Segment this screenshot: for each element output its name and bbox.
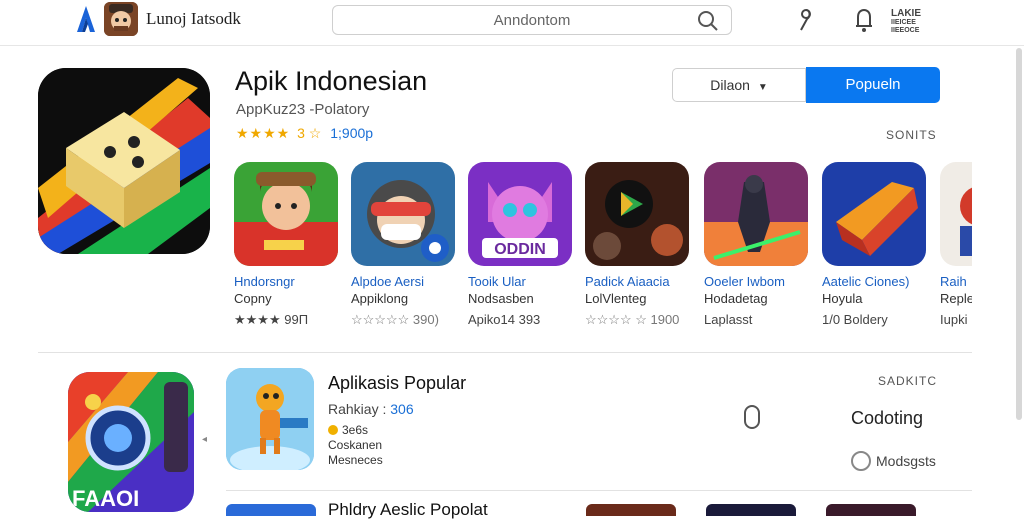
scrollbar[interactable] <box>1016 48 1022 420</box>
mascot-avatar[interactable] <box>104 2 138 36</box>
app-card-clipped[interactable]: Raih Reple Iupki <box>940 162 972 342</box>
app-meta: Laplasst <box>704 312 753 327</box>
rank-number: 306 <box>390 401 414 417</box>
language-line: IIEICEE <box>891 19 916 26</box>
app-name: Tooik Ular <box>468 274 526 289</box>
rating-count: 1;900p <box>330 125 374 141</box>
app-name: Alpdoe Aersi <box>351 274 424 289</box>
app-icon <box>704 162 808 266</box>
chevron-right-icon[interactable]: ◂ <box>202 434 207 445</box>
app-meta: Apiko14 393 <box>468 312 541 327</box>
app-card[interactable]: Aatelic Ciones) Hoyula 1/0 Boldery <box>822 162 926 327</box>
list-app-rank: Rahkiay : 306 <box>328 401 414 417</box>
app-name: Raih <box>940 274 967 289</box>
app-icon <box>940 162 972 266</box>
list-app-icon[interactable] <box>226 368 314 470</box>
half-star-icon: ☆ <box>308 125 323 141</box>
featured-app-subtitle: AppKuz23 -Polatory <box>236 101 370 118</box>
section-label: SADKITC <box>878 374 938 388</box>
svg-text:FAAOI: FAAOI <box>72 486 139 511</box>
app-card[interactable]: Padick Aiaacia LolVlenteg ☆☆☆☆ ☆ 1900 <box>585 162 689 328</box>
bell-icon[interactable] <box>852 6 876 34</box>
thumbnail[interactable] <box>586 504 676 516</box>
radio-label: Modsgsts <box>876 453 936 469</box>
app-icon <box>234 162 338 266</box>
list-app-line: Coskanen <box>328 438 383 452</box>
app-icon <box>351 162 455 266</box>
microphone-icon[interactable] <box>792 6 816 34</box>
app-icon <box>822 162 926 266</box>
app-meta: Iupki <box>940 312 968 327</box>
list-app-line: 3e6s <box>328 423 368 437</box>
app-developer: Hodadetag <box>704 291 768 306</box>
rank-label: Rahkiay : <box>328 401 387 417</box>
list-action-label[interactable]: Codoting <box>851 408 923 429</box>
rating-number: 3 <box>297 125 305 141</box>
featured-app-rating: ★★★★ 3 ☆ 1;900p <box>236 125 373 142</box>
app-icon <box>585 162 689 266</box>
app-card[interactable]: Ooeler Iwbom Hodadetag Laplasst <box>704 162 808 327</box>
language-line: IIEEOCE <box>891 27 920 34</box>
search-input[interactable]: Anndontom <box>332 5 732 35</box>
filter-dropdown-button[interactable]: Dilaon ▼ <box>672 68 806 102</box>
list-app-title[interactable]: Aplikasis Popular <box>328 373 466 394</box>
app-developer: LolVlenteg <box>585 291 647 306</box>
app-name: Ooeler Iwbom <box>704 274 785 289</box>
camera-app-icon[interactable]: FAAOI <box>68 372 194 512</box>
popular-button[interactable]: Popueln <box>806 67 940 103</box>
language-selector[interactable]: LAKIE IIEICEE IIEEOCE <box>891 8 921 35</box>
app-meta: ★★★★ 99П <box>234 312 309 327</box>
thumbnail[interactable] <box>826 504 916 516</box>
app-meta: ☆☆☆☆☆ 390) <box>351 312 439 327</box>
thumbnail[interactable] <box>226 504 316 516</box>
app-developer: Hoyula <box>822 291 863 306</box>
app-name: Aatelic Ciones) <box>822 274 910 289</box>
app-icon: ODDIN <box>468 162 572 266</box>
top-bar: Lunoj Iatsodk Anndontom LAKIE IIEICEE II… <box>0 0 1024 46</box>
app-name: Padick Aiaacia <box>585 274 670 289</box>
app-meta: 1/0 Boldery <box>822 312 888 327</box>
app-meta: ☆☆☆☆ ☆ 1900 <box>585 312 680 327</box>
section-divider <box>226 490 972 491</box>
app-developer: Copny <box>234 291 272 306</box>
svg-text:ODDIN: ODDIN <box>494 241 546 258</box>
radio-button[interactable] <box>851 451 871 471</box>
mouse-icon[interactable] <box>744 405 760 429</box>
section-divider <box>38 352 972 353</box>
featured-app-title: Apik Indonesian <box>235 66 428 96</box>
section-label: SONITS <box>886 128 937 142</box>
search-icon[interactable] <box>697 10 719 32</box>
app-title: Lunoj Iatsodk <box>146 9 241 28</box>
app-card[interactable]: ODDIN Tooik Ular Nodsasben Apiko14 393 <box>468 162 572 327</box>
app-card[interactable]: Hndorsngr Copny ★★★★ 99П <box>234 162 338 328</box>
app-logo-icon[interactable] <box>74 4 98 34</box>
bottom-section-title: Phldry Aeslic Popolat <box>328 500 488 519</box>
search-placeholder: Anndontom <box>493 12 571 29</box>
star-rating-icon: ★★★★ <box>236 125 291 141</box>
app-card[interactable]: Raih Reple Iupki <box>940 162 972 327</box>
list-app-line: Mesneces <box>328 453 383 467</box>
app-card[interactable]: Alpdoe Aersi Appiklong ☆☆☆☆☆ 390) <box>351 162 455 328</box>
app-developer: Appiklong <box>351 291 409 306</box>
list-app-detail: 3e6s <box>342 423 369 437</box>
language-line: LAKIE <box>891 8 921 19</box>
thumbnail[interactable] <box>706 504 796 516</box>
chevron-down-icon: ▼ <box>757 82 768 93</box>
coin-icon <box>328 425 338 435</box>
featured-app-icon[interactable] <box>38 68 210 254</box>
app-developer: Nodsasben <box>468 291 534 306</box>
filter-dropdown-label: Dilaon <box>710 77 750 93</box>
app-name: Hndorsngr <box>234 274 295 289</box>
app-developer: Reple <box>940 291 972 306</box>
